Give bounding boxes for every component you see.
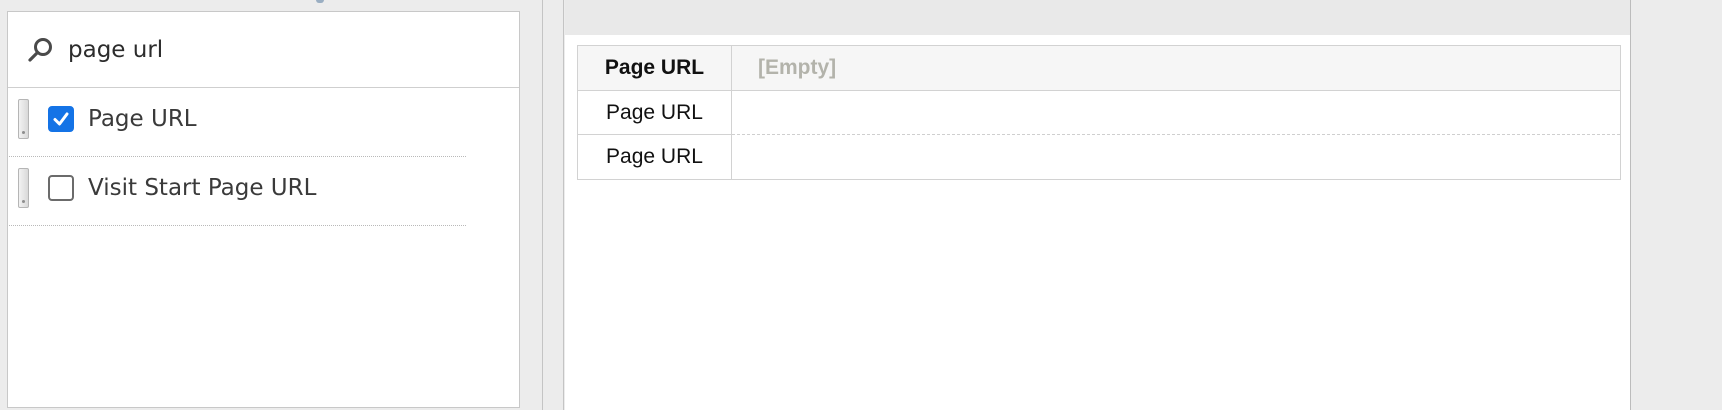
search-input[interactable]	[68, 30, 498, 70]
preview-table: Page URL [Empty] Page URL Page URL	[577, 45, 1621, 180]
table-row: Page URL	[578, 91, 1620, 135]
top-edge-marker	[316, 0, 324, 3]
checkbox-page-url[interactable]	[48, 106, 74, 132]
list-item-page-url[interactable]: Page URL	[8, 88, 519, 157]
table-row: Page URL	[578, 135, 1620, 179]
row-value-cell	[732, 91, 1620, 135]
list-item-label: Page URL	[88, 106, 197, 132]
preview-panel: Page URL [Empty] Page URL Page URL	[565, 0, 1631, 410]
search-icon	[26, 35, 56, 65]
dimension-list: Page URL Visit Start Page URL	[8, 88, 519, 226]
dimension-picker-panel: Page URL Visit Start Page URL	[7, 11, 520, 408]
preview-header-band	[565, 0, 1630, 35]
row-key-cell: Page URL	[578, 135, 732, 179]
list-item-visit-start-page-url[interactable]: Visit Start Page URL	[8, 157, 519, 226]
search-box	[8, 12, 519, 88]
empty-value-placeholder: [Empty]	[758, 56, 837, 79]
column-header: Page URL	[578, 46, 732, 90]
drag-handle-icon[interactable]	[18, 99, 29, 139]
table-header-row: Page URL [Empty]	[578, 46, 1620, 91]
divider	[9, 225, 466, 226]
row-value-cell	[732, 135, 1620, 179]
checkbox-visit-start-page-url[interactable]	[48, 175, 74, 201]
row-key-cell: Page URL	[578, 91, 732, 135]
list-item-label: Visit Start Page URL	[88, 175, 317, 201]
drag-handle-icon[interactable]	[18, 168, 29, 208]
panel-splitter[interactable]	[542, 0, 564, 410]
